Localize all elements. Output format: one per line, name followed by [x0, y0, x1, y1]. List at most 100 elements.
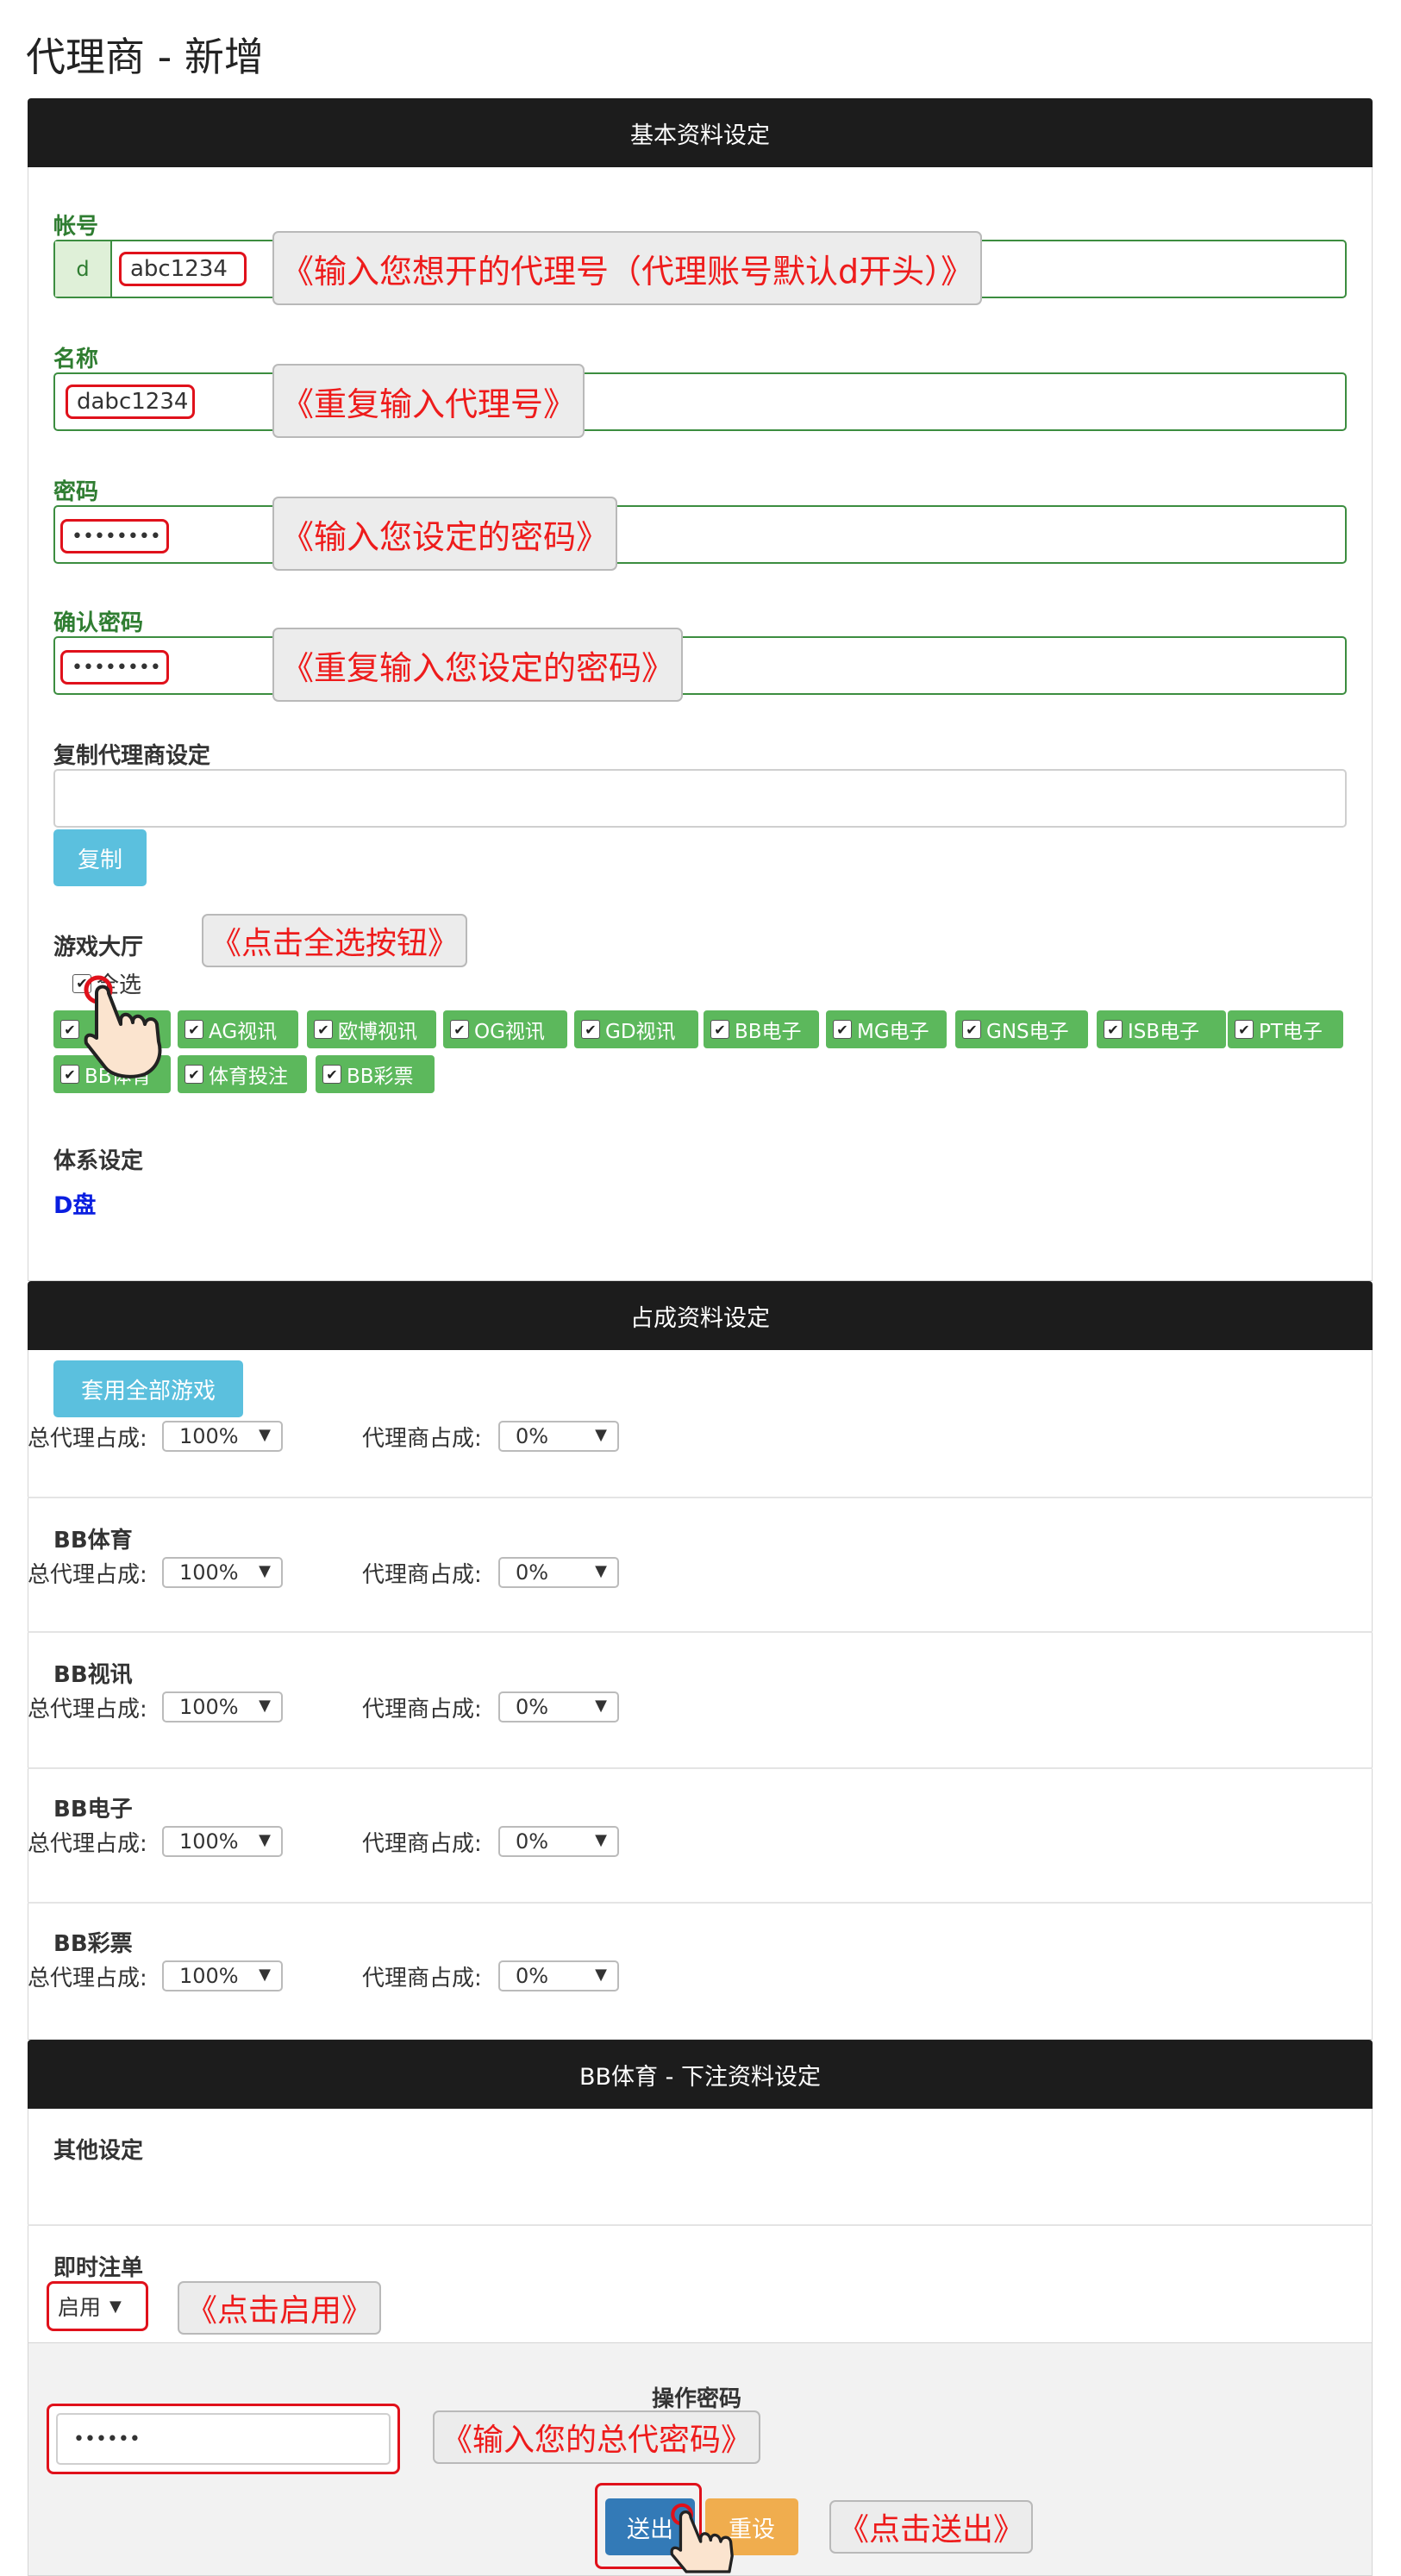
dropdown-arrow-icon: ▼ [109, 2297, 122, 2316]
share-row-title-bb-live: BB视讯 [53, 1662, 133, 1688]
account-label: 帐号 [53, 214, 99, 240]
game-chip-pt[interactable]: ✔ PT电子 [1228, 1010, 1343, 1048]
system-label: 体系设定 [53, 1148, 144, 1174]
account-prefix-addon: d [55, 241, 112, 297]
total-agent-share-label: 总代理占成: [28, 1831, 147, 1857]
name-label: 名称 [53, 347, 99, 372]
game-chip-bb-electronic[interactable]: ✔ BB电子 [704, 1010, 819, 1048]
agent-share-select[interactable]: 0% ▼ [498, 1557, 619, 1588]
check-icon: ✔ [185, 1020, 203, 1039]
total-agent-share-select[interactable]: 100% ▼ [162, 1421, 283, 1452]
password-input-box[interactable]: •••••••• [53, 505, 1347, 564]
select-value: 100% [179, 1964, 239, 1988]
game-chip-label: GD视讯 [605, 1021, 676, 1043]
total-agent-share-label: 总代理占成: [28, 1966, 147, 1991]
agent-share-select[interactable]: 0% ▼ [498, 1421, 619, 1452]
check-icon: ✔ [60, 1020, 79, 1039]
check-icon: ✔ [314, 1020, 333, 1039]
agent-share-select[interactable]: 0% ▼ [498, 1960, 619, 1991]
dropdown-arrow-icon: ▼ [595, 1697, 607, 1715]
select-value: 0% [516, 1829, 549, 1854]
copy-agent-input[interactable] [53, 769, 1347, 828]
game-chip-label: 欧博视讯 [338, 1021, 417, 1043]
game-chip-label: 体育投注 [209, 1066, 288, 1088]
dropdown-arrow-icon: ▼ [259, 1831, 271, 1849]
total-agent-share-label: 总代理占成: [28, 1562, 147, 1588]
game-chip-label: PT电子 [1259, 1021, 1323, 1043]
total-agent-share-select[interactable]: 100% ▼ [162, 1960, 283, 1991]
game-chip-mg[interactable]: ✔ MG电子 [826, 1010, 947, 1048]
instant-ticket-select[interactable]: 启用 ▼ [47, 2281, 148, 2331]
divider [28, 1497, 1373, 1498]
operation-password-input[interactable]: •••••• [56, 2413, 391, 2465]
game-chip-label: MG电子 [857, 1021, 929, 1043]
game-chip-isb[interactable]: ✔ ISB电子 [1097, 1010, 1226, 1048]
dropdown-arrow-icon: ▼ [259, 1562, 271, 1580]
select-value: 0% [516, 1695, 549, 1719]
game-chip-gns[interactable]: ✔ GNS电子 [955, 1010, 1088, 1048]
game-chip-ag[interactable]: ✔ AG视讯 [178, 1010, 298, 1048]
game-chip-allbet[interactable]: ✔ 欧博视讯 [307, 1010, 436, 1048]
confirm-password-input[interactable]: •••••••• [60, 650, 169, 685]
page-title: 代理商 - 新增 [26, 34, 264, 80]
select-value: 100% [179, 1829, 239, 1854]
basic-settings-panel [28, 167, 1373, 1281]
check-icon: ✔ [322, 1065, 341, 1084]
agent-share-label: 代理商占成: [362, 1831, 482, 1857]
dropdown-arrow-icon: ▼ [595, 1426, 607, 1444]
game-chip-og[interactable]: ✔ OG视讯 [443, 1010, 567, 1048]
confirm-password-label: 确认密码 [53, 610, 144, 636]
select-value: 100% [179, 1424, 239, 1448]
operation-password-label: 操作密码 [652, 2386, 742, 2412]
name-annotation: 《重复输入代理号》 [272, 364, 585, 438]
apply-all-games-button[interactable]: 套用全部游戏 [53, 1360, 243, 1417]
account-input[interactable]: abc1234 [119, 252, 247, 286]
dropdown-arrow-icon: ▼ [595, 1966, 607, 1984]
operation-password-field[interactable]: •••••• [47, 2404, 400, 2474]
check-icon: ✔ [1104, 1020, 1123, 1039]
total-agent-share-select[interactable]: 100% ▼ [162, 1826, 283, 1857]
game-chip-gd[interactable]: ✔ GD视讯 [574, 1010, 698, 1048]
divider [28, 1631, 1373, 1633]
game-chip-label: BB彩票 [347, 1066, 414, 1088]
check-icon: ✔ [1235, 1020, 1254, 1039]
name-input-box[interactable]: dabc1234 [53, 372, 1347, 431]
game-chip-label: BB电子 [735, 1021, 802, 1043]
agent-share-select[interactable]: 0% ▼ [498, 1826, 619, 1857]
copy-agent-label: 复制代理商设定 [53, 743, 211, 769]
select-value: 0% [516, 1424, 549, 1448]
confirm-password-input-box[interactable]: •••••••• [53, 636, 1347, 695]
dropdown-arrow-icon: ▼ [259, 1426, 271, 1444]
agent-share-label: 代理商占成: [362, 1966, 482, 1991]
check-icon: ✔ [581, 1020, 600, 1039]
game-hall-annotation: 《点击全选按钮》 [202, 914, 468, 967]
total-agent-share-select[interactable]: 100% ▼ [162, 1691, 283, 1723]
game-chip-sports-betting[interactable]: ✔ 体育投注 [178, 1055, 307, 1093]
total-agent-share-label: 总代理占成: [28, 1697, 147, 1723]
check-icon: ✔ [185, 1065, 203, 1084]
total-agent-share-select[interactable]: 100% ▼ [162, 1557, 283, 1588]
agent-share-label: 代理商占成: [362, 1426, 482, 1452]
password-annotation: 《输入您设定的密码》 [272, 497, 618, 571]
game-chip-label: OG视讯 [474, 1021, 545, 1043]
copy-button[interactable]: 复制 [53, 829, 147, 886]
password-input[interactable]: •••••••• [60, 519, 169, 553]
select-value: 100% [179, 1695, 239, 1719]
share-row-title-bb-sports: BB体育 [53, 1528, 133, 1554]
confirm-password-annotation: 《重复输入您设定的密码》 [272, 628, 684, 702]
game-chip-label: ISB电子 [1128, 1021, 1200, 1043]
instant-ticket-annotation: 《点击启用》 [178, 2281, 382, 2335]
password-label: 密码 [53, 479, 99, 505]
game-chip-bb-lottery[interactable]: ✔ BB彩票 [316, 1055, 435, 1093]
name-input[interactable]: dabc1234 [66, 385, 195, 419]
check-icon: ✔ [60, 1065, 79, 1084]
game-chip-label: AG视讯 [209, 1021, 278, 1043]
agent-share-label: 代理商占成: [362, 1697, 482, 1723]
operation-password-annotation: 《输入您的总代密码》 [433, 2410, 761, 2464]
select-value: 100% [179, 1560, 239, 1585]
check-icon: ✔ [450, 1020, 469, 1039]
agent-share-select[interactable]: 0% ▼ [498, 1691, 619, 1723]
total-agent-share-label: 总代理占成: [28, 1426, 147, 1452]
check-icon: ✔ [962, 1020, 981, 1039]
pointer-hand-icon [84, 975, 162, 1079]
